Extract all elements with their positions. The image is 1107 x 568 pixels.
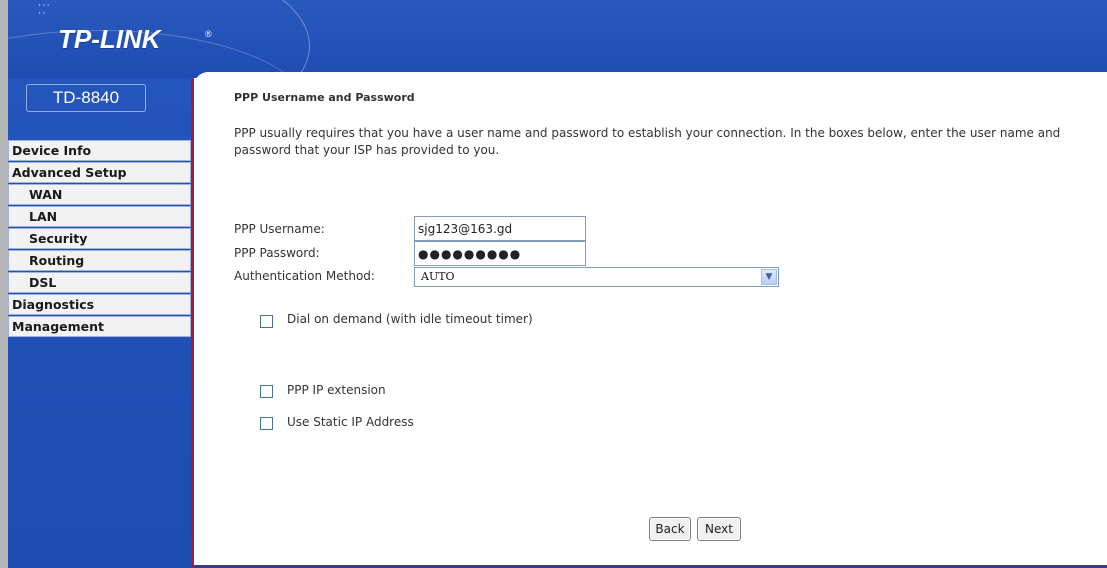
model-badge: TD-8840 [26, 84, 146, 112]
username-input[interactable] [414, 216, 586, 241]
sidebar-item-wan[interactable]: WAN [8, 184, 191, 205]
sidebar-item-device-info[interactable]: Device Info [8, 140, 191, 161]
ppp-ip-extension-label: PPP IP extension [287, 383, 386, 397]
router-admin-page: ˙˙˙ ˙˙ TP-LINK ® TD-8840 Device Info Adva… [0, 0, 1107, 568]
sidebar-item-management[interactable]: Management [8, 316, 191, 337]
sidebar-item-diagnostics[interactable]: Diagnostics [8, 294, 191, 315]
sidebar-item-advanced-setup[interactable]: Advanced Setup [8, 162, 191, 183]
sidebar-item-routing[interactable]: Routing [8, 250, 191, 271]
page-title: PPP Username and Password [234, 91, 415, 104]
password-input[interactable] [414, 241, 586, 266]
header-banner: ˙˙˙ ˙˙ TP-LINK ® [8, 0, 1107, 78]
username-label: PPP Username: [234, 222, 325, 236]
auth-method-label: Authentication Method: [234, 269, 375, 283]
registered-icon: ® [205, 29, 212, 39]
next-button[interactable]: Next [697, 517, 741, 541]
sidebar-menu: Device Info Advanced Setup WAN LAN Secur… [8, 140, 191, 338]
back-button[interactable]: Back [649, 517, 691, 541]
sidebar-item-lan[interactable]: LAN [8, 206, 191, 227]
logo-dots-icon: ˙˙˙ ˙˙ [38, 2, 51, 25]
static-ip-checkbox[interactable] [260, 417, 273, 430]
dial-on-demand-label: Dial on demand (with idle timeout timer) [287, 312, 533, 326]
left-edge [0, 0, 8, 568]
main-content: PPP Username and Password PPP usually re… [194, 72, 1107, 568]
chevron-down-icon[interactable]: ▼ [761, 269, 777, 285]
page-description: PPP usually requires that you have a use… [234, 126, 1061, 157]
brand-logo: TP-LINK [58, 24, 161, 54]
ppp-ip-extension-checkbox[interactable] [260, 385, 273, 398]
sidebar-item-security[interactable]: Security [8, 228, 191, 249]
dial-on-demand-checkbox[interactable] [260, 315, 273, 328]
auth-method-value: AUTO [421, 270, 455, 283]
auth-method-select[interactable]: AUTO ▼ [414, 267, 779, 287]
static-ip-label: Use Static IP Address [287, 415, 414, 429]
password-label: PPP Password: [234, 246, 320, 260]
sidebar-item-dsl[interactable]: DSL [8, 272, 191, 293]
sidebar: TD-8840 Device Info Advanced Setup WAN L… [8, 78, 194, 568]
model-name: TD-8840 [52, 88, 120, 107]
